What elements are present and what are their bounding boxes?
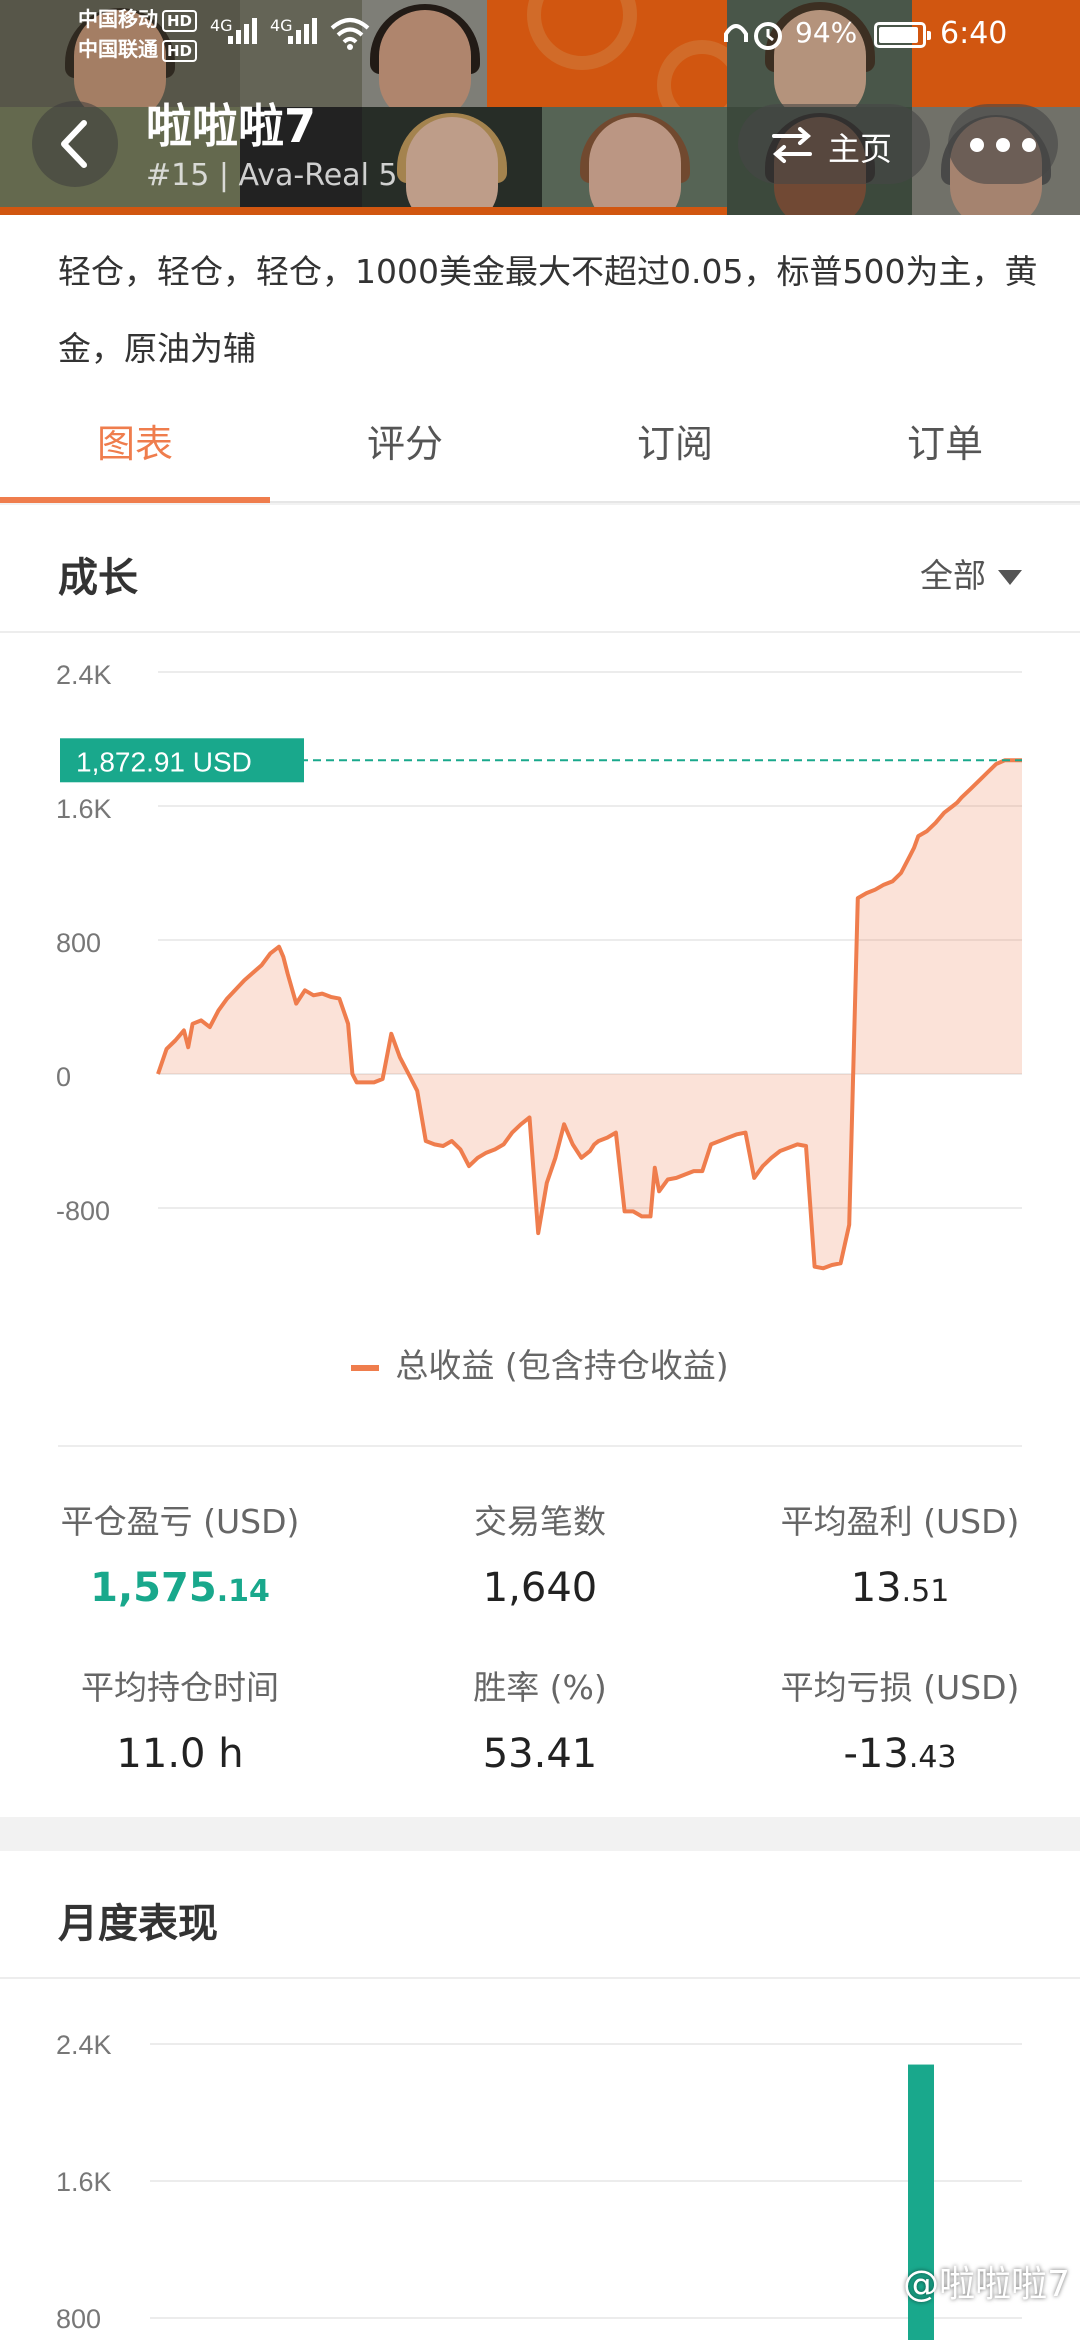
tab-orders[interactable]: 订单: [810, 385, 1080, 503]
y-tick-label: 1.6K: [56, 2167, 112, 2197]
divider: [0, 631, 1080, 633]
home-button[interactable]: 主页: [738, 104, 930, 184]
stat-item: 平均持仓时间 11.0 h: [0, 1661, 360, 1777]
tab-rating[interactable]: 评分: [270, 385, 540, 503]
stat-label: 平均持仓时间: [81, 1668, 279, 1707]
stat-value: -13.43: [720, 1731, 1080, 1777]
profile-header: 中国移动 HD 中国联通 HD 4G 4G 94% 6:40 啦啦啦7 #15 | …: [0, 0, 1080, 215]
stat-label: 平均亏损 (USD): [780, 1668, 1020, 1707]
stat-item: 平仓盈亏 (USD) 1,575.14: [0, 1495, 360, 1611]
headphone-alarm-icons: [724, 22, 782, 50]
y-tick-label: 1.6K: [56, 794, 112, 824]
stat-label: 胜率 (%): [473, 1668, 607, 1707]
battery-icon: [874, 22, 931, 48]
stat-item: 平均盈利 (USD) 13.51: [720, 1495, 1080, 1611]
wifi-icon: [330, 18, 370, 50]
stat-value-integer: -13: [843, 1731, 909, 1777]
stat-value-decimal: .14: [216, 1574, 270, 1609]
stat-label: 平仓盈亏 (USD): [60, 1502, 300, 1541]
battery-level: [879, 27, 919, 43]
stat-value: 1,640: [360, 1565, 720, 1611]
divider: [58, 1445, 1022, 1447]
tab-chart[interactable]: 图表: [0, 385, 270, 503]
period-filter-dropdown[interactable]: 全部: [920, 549, 1022, 597]
stat-value-decimal: .51: [901, 1574, 950, 1609]
dropdown-arrow-icon: [998, 570, 1022, 585]
y-tick-label: -1.6K: [56, 1330, 121, 1335]
carrier-1: 中国移动 HD: [78, 8, 198, 32]
y-tick-label: 800: [56, 928, 101, 958]
monthly-title: 月度表现: [58, 1901, 218, 1947]
clock: 6:40: [940, 16, 1008, 51]
user-server: Ava-Real 5: [238, 158, 398, 193]
growth-title: 成长: [58, 555, 138, 601]
user-rank: #15: [146, 158, 210, 193]
stat-value-integer: 13: [850, 1565, 902, 1611]
switch-icon: [772, 127, 812, 163]
tab-subscribe[interactable]: 订阅: [540, 385, 810, 503]
y-tick-label: 800: [56, 2304, 101, 2334]
battery-percent: 94%: [795, 16, 858, 49]
stat-value-integer: 11.0 h: [116, 1731, 244, 1777]
y-tick-label: 0: [56, 1062, 71, 1092]
signal-icon: [228, 18, 260, 48]
current-value-label: 1,872.91 USD: [76, 746, 252, 777]
y-tick-label: -800: [56, 1196, 110, 1226]
user-rank-server: #15 | Ava-Real 5: [146, 158, 398, 193]
status-bar: 中国移动 HD 中国联通 HD 4G 4G 94% 6:40: [0, 0, 1080, 70]
stat-value: 1,575.14: [0, 1565, 360, 1611]
stat-label: 交易笔数: [474, 1502, 606, 1541]
stat-value-integer: 53.41: [482, 1731, 598, 1777]
signal-icon: [288, 18, 320, 48]
active-tab-indicator: [0, 497, 270, 503]
legend-label: 总收益 (包含持仓收益): [395, 1346, 729, 1385]
period-filter-label: 全部: [920, 556, 986, 595]
hd-badge: HD: [162, 10, 198, 32]
user-name: 啦啦啦7: [146, 99, 317, 153]
weibo-watermark: @啦啦啦7: [903, 2264, 1070, 2305]
home-label: 主页: [828, 130, 893, 168]
back-button[interactable]: [32, 101, 118, 187]
growth-card: 成长 全部 2.4K1.6K8000-800-1.6K27 May25 Aug1…: [0, 505, 1080, 1817]
tab-bar: 图表 评分 订阅 订单: [0, 385, 1080, 503]
stat-item: 交易笔数 1,640: [360, 1495, 720, 1611]
legend-swatch: [351, 1364, 380, 1371]
growth-area: [158, 760, 1022, 1269]
strategy-description: 轻仓，轻仓，轻仓，1000美金最大不超过0.05，标普500为主，黄金，原油为辅: [0, 215, 1080, 385]
carrier-2: 中国联通 HD: [78, 38, 198, 62]
stat-value-integer: 1,640: [482, 1565, 598, 1611]
stat-value: 13.51: [720, 1565, 1080, 1611]
stat-value-integer: 1,575: [90, 1565, 217, 1611]
growth-chart[interactable]: 2.4K1.6K8000-800-1.6K27 May25 Aug19 Feb1…: [0, 635, 1080, 1335]
chart-legend: 总收益 (包含持仓收益): [0, 1339, 1080, 1387]
back-arrow-icon: [61, 120, 87, 168]
stat-label: 平均盈利 (USD): [780, 1502, 1020, 1541]
description-text: 轻仓，轻仓，轻仓，1000美金最大不超过0.05，标普500为主，黄金，原油为辅: [58, 252, 1038, 368]
hd-badge: HD: [162, 40, 198, 62]
stat-value-decimal: .43: [908, 1740, 957, 1775]
stat-value: 11.0 h: [0, 1731, 360, 1777]
more-icon[interactable]: [948, 104, 1058, 184]
stat-item: 胜率 (%) 53.41: [360, 1661, 720, 1777]
y-tick-label: 2.4K: [56, 2030, 112, 2060]
stat-value: 53.41: [360, 1731, 720, 1777]
y-tick-label: 2.4K: [56, 660, 112, 690]
stat-item: 平均亏损 (USD) -13.43: [720, 1661, 1080, 1777]
